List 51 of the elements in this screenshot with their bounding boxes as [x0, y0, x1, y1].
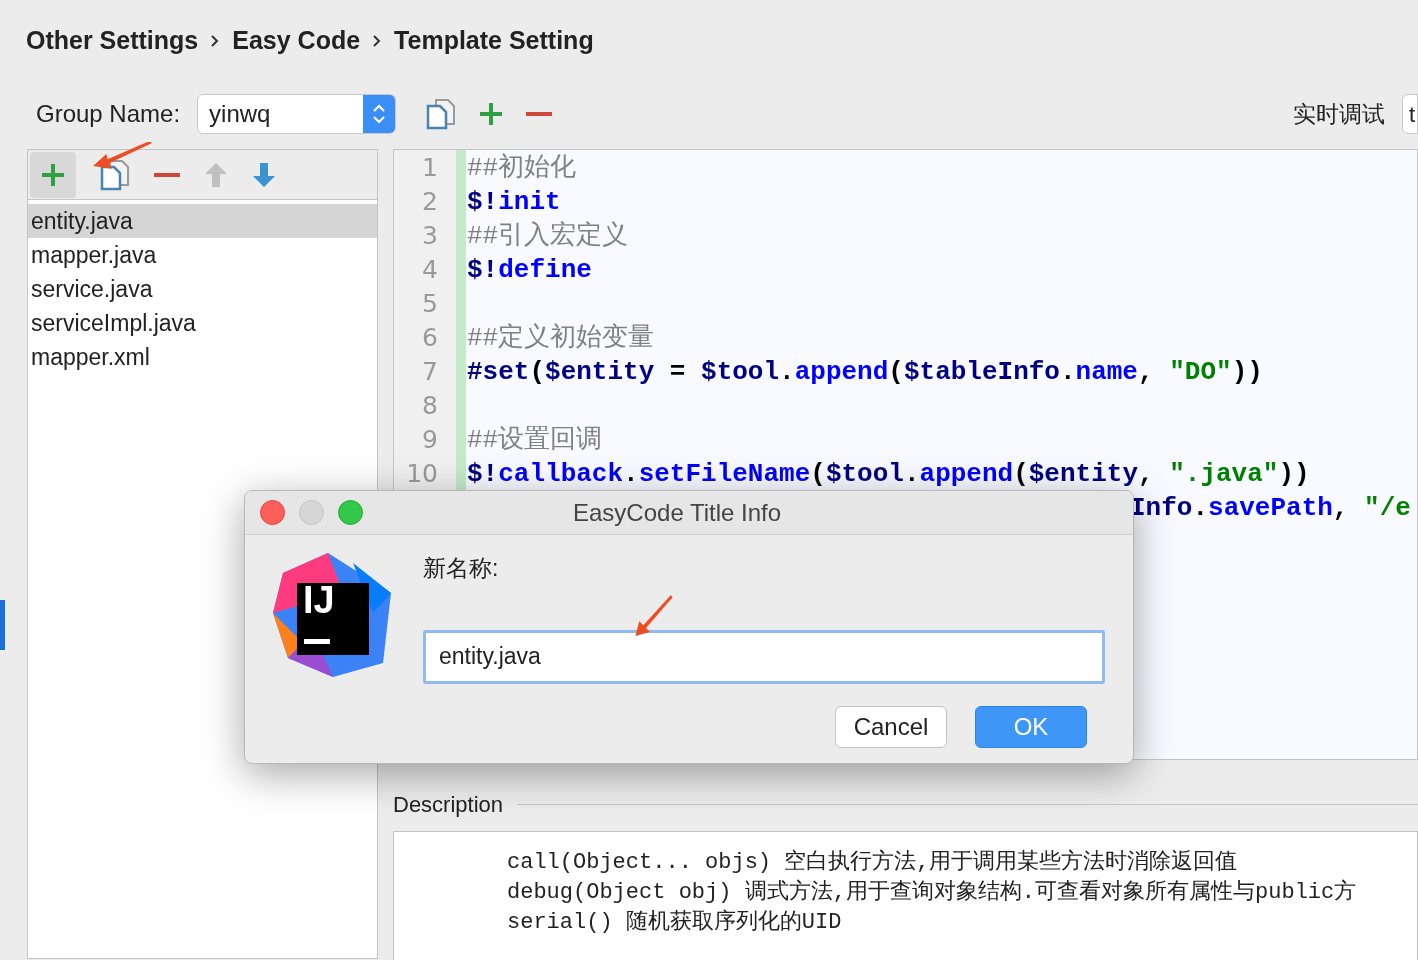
code-line: ##引入宏定义	[467, 220, 629, 253]
line-number: 1	[421, 152, 439, 184]
stepper-icon	[372, 103, 387, 125]
line-number: 8	[421, 390, 439, 422]
group-name-label: Group Name:	[36, 99, 181, 129]
add-icon[interactable]	[40, 161, 66, 188]
dialog-title: EasyCode Title Info	[573, 497, 782, 528]
breadcrumb-item: Other Settings	[26, 25, 199, 57]
chevron-icon	[210, 35, 221, 47]
line-number: 3	[421, 220, 439, 252]
cancel-button[interactable]: Cancel	[835, 705, 947, 748]
code-line: #set($entity = $tool.append($tableInfo.name, "DO"))	[467, 356, 1263, 389]
window-edge	[0, 600, 5, 650]
realtime-debug-label: 实时调试	[1293, 99, 1385, 129]
code-line: $!define	[467, 254, 592, 287]
line-number: 9	[421, 424, 439, 456]
code-line: $!callback.setFileName($tool.append($entity, ".java"))	[467, 458, 1310, 491]
breadcrumb-item: Easy Code	[232, 25, 361, 57]
remove-template-icon[interactable]	[154, 171, 180, 178]
line-number: 5	[421, 288, 439, 320]
description-title: Description	[393, 790, 504, 819]
group-select[interactable]: yinwq	[197, 94, 397, 134]
add-template-button[interactable]	[30, 151, 76, 198]
line-number: 10	[405, 458, 439, 490]
add-group-icon[interactable]	[478, 101, 505, 127]
description-line: call(Object... objs) 空白执行方法,用于调用某些方法时消除返回值	[507, 848, 1239, 877]
name-input[interactable]: entity.java	[423, 629, 1105, 684]
template-item[interactable]: entity.java	[28, 204, 377, 238]
chevron-icon	[372, 35, 383, 47]
code-line: Info.savePath, "/e	[1130, 492, 1411, 525]
code-line: ##定义初始变量	[467, 322, 655, 355]
description-line: debug(Object obj) 调式方法,用于查询对象结构.可查看对象所有属性与public方	[507, 878, 1358, 907]
line-number: 2	[421, 186, 439, 218]
name-label: 新名称:	[423, 554, 500, 583]
select-value: yinwq	[208, 99, 272, 129]
close-button[interactable]	[260, 500, 285, 525]
code-line: $!init	[467, 186, 561, 219]
code-line: ##设置回调	[467, 424, 603, 457]
app-logo: IJ	[273, 553, 390, 677]
description-line: serial() 随机获取序列化的UID	[507, 908, 843, 937]
debug-button[interactable]: t	[1402, 94, 1418, 134]
line-number: 6	[421, 322, 439, 354]
copy-group-icon[interactable]	[426, 98, 457, 130]
line-number: 4	[421, 254, 439, 286]
code-line: ##初始化	[467, 152, 577, 185]
move-down-icon[interactable]	[252, 161, 276, 188]
zoom-button[interactable]	[338, 500, 363, 525]
line-number: 7	[421, 356, 439, 388]
breadcrumb-item: Template Setting	[394, 25, 594, 57]
remove-group-icon[interactable]	[526, 111, 553, 117]
move-up-icon[interactable]	[204, 161, 228, 188]
